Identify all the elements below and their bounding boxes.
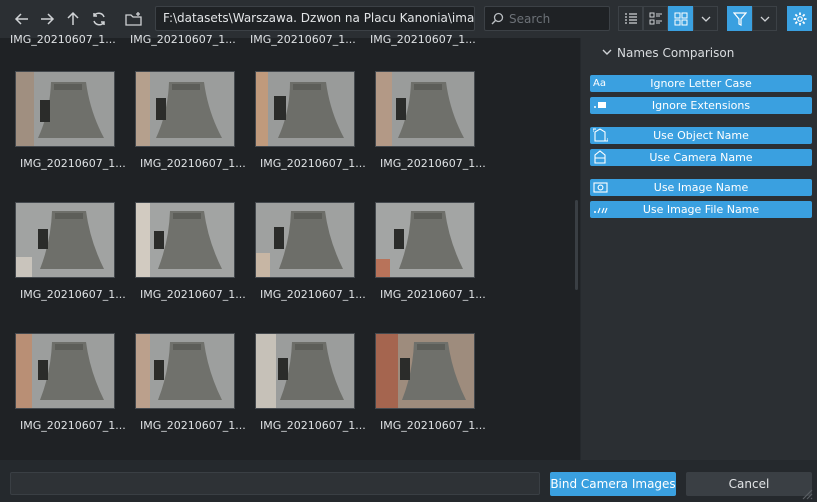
back-icon[interactable] — [10, 7, 34, 31]
search-placeholder: Search — [509, 12, 551, 26]
letter-case-icon: Aa — [593, 78, 606, 89]
partial-caption: IMG_20210607_1... — [130, 33, 236, 46]
up-icon[interactable] — [61, 7, 85, 31]
search-icon — [491, 12, 504, 25]
bind-camera-images-button[interactable]: Bind Camera Images — [550, 472, 676, 496]
option-label: Use Image Name — [653, 181, 749, 194]
bell-photo-thumbnail — [15, 333, 115, 409]
use-image-name-option[interactable]: Use Image Name — [590, 179, 812, 196]
bell-photo-thumbnail — [15, 71, 115, 147]
search-input[interactable]: Search — [484, 6, 610, 31]
ignore-extensions-option[interactable]: Ignore Extensions — [590, 97, 812, 114]
image-caption: IMG_20210607_1... — [260, 288, 366, 301]
new-folder-icon[interactable] — [122, 7, 146, 31]
image-caption: IMG_20210607_1... — [20, 157, 126, 170]
image-caption: IMG_20210607_1... — [260, 419, 366, 432]
image-caption: IMG_20210607_1... — [380, 288, 486, 301]
image-thumbnail-item[interactable]: IMG_20210607_1... — [370, 202, 488, 322]
path-field[interactable]: F:\datasets\Warszawa. Dzwon na Placu Kan… — [155, 6, 475, 31]
selection-name-field[interactable] — [10, 472, 540, 495]
refresh-icon[interactable] — [87, 7, 111, 31]
panel-title: Names Comparison — [617, 46, 735, 60]
image-thumbnail-item[interactable]: IMG_20210607_1... — [250, 333, 368, 453]
option-label: Use Image File Name — [642, 203, 760, 216]
bell-photo-thumbnail — [375, 202, 475, 278]
bell-photo-thumbnail — [255, 333, 355, 409]
image-caption: IMG_20210607_1... — [140, 288, 246, 301]
bell-photo-thumbnail — [255, 71, 355, 147]
image-caption: IMG_20210607_1... — [20, 288, 126, 301]
bell-photo-thumbnail — [135, 333, 235, 409]
bell-photo-thumbnail — [135, 202, 235, 278]
list-view-icon[interactable] — [618, 6, 643, 31]
gallery-scrollbar[interactable] — [575, 200, 578, 290]
image-thumbnail-item[interactable]: IMG_20210607_1... — [370, 71, 488, 191]
image-caption: IMG_20210607_1... — [140, 419, 246, 432]
view-mode-group — [618, 6, 718, 31]
option-label: Ignore Extensions — [651, 99, 751, 112]
image-caption: IMG_20210607_1... — [260, 157, 366, 170]
use-camera-name-option[interactable]: Use Camera Name — [590, 149, 812, 166]
image-caption: IMG_20210607_1... — [20, 419, 126, 432]
image-thumbnail-item[interactable]: IMG_20210607_1... — [130, 71, 248, 191]
image-thumbnail-item[interactable]: IMG_20210607_1... — [370, 333, 488, 453]
image-caption: IMG_20210607_1... — [380, 157, 486, 170]
bell-photo-thumbnail — [15, 202, 115, 278]
ignore-letter-case-option[interactable]: Aa Ignore Letter Case — [590, 75, 812, 92]
bell-photo-thumbnail — [375, 333, 475, 409]
resize-grip-icon[interactable] — [800, 488, 814, 500]
image-caption: IMG_20210607_1... — [140, 157, 246, 170]
option-label: Ignore Letter Case — [650, 77, 752, 90]
image-thumbnail-item[interactable]: IMG_20210607_1... — [250, 202, 368, 322]
image-icon — [593, 180, 609, 195]
image-thumbnail-item[interactable]: IMG_20210607_1... — [250, 71, 368, 191]
details-view-icon[interactable] — [643, 6, 668, 31]
image-thumbnail-item[interactable]: IMG_20210607_1... — [130, 202, 248, 322]
view-dropdown-icon[interactable] — [693, 6, 718, 31]
partial-caption: IMG_20210607_1... — [10, 33, 116, 46]
image-caption: IMG_20210607_1... — [380, 419, 486, 432]
extension-icon — [593, 98, 609, 113]
thumbnail-view-icon[interactable] — [668, 6, 693, 31]
bell-photo-thumbnail — [135, 71, 235, 147]
partial-caption: IMG_20210607_1... — [250, 33, 356, 46]
filter-icon[interactable] — [727, 6, 752, 31]
cancel-button[interactable]: Cancel — [686, 472, 812, 496]
bell-photo-thumbnail — [375, 71, 475, 147]
forward-icon[interactable] — [35, 7, 59, 31]
use-image-file-name-option[interactable]: Use Image File Name — [590, 201, 812, 218]
filter-dropdown-icon[interactable] — [752, 6, 777, 31]
chevron-down-icon[interactable] — [602, 47, 612, 57]
image-thumbnail-item[interactable]: IMG_20210607_1... — [10, 202, 128, 322]
use-object-name-option[interactable]: Use Object Name — [590, 127, 812, 144]
camera-icon — [593, 150, 609, 165]
image-file-icon — [593, 202, 609, 217]
bell-photo-thumbnail — [255, 202, 355, 278]
image-thumbnail-item[interactable]: IMG_20210607_1... — [10, 71, 128, 191]
object-icon — [592, 128, 609, 143]
partial-caption: IMG_20210607_1... — [370, 33, 476, 46]
settings-icon[interactable] — [787, 6, 812, 31]
option-label: Use Object Name — [653, 129, 749, 142]
image-thumbnail-item[interactable]: IMG_20210607_1... — [130, 333, 248, 453]
image-thumbnail-item[interactable]: IMG_20210607_1... — [10, 333, 128, 453]
option-label: Use Camera Name — [649, 151, 753, 164]
